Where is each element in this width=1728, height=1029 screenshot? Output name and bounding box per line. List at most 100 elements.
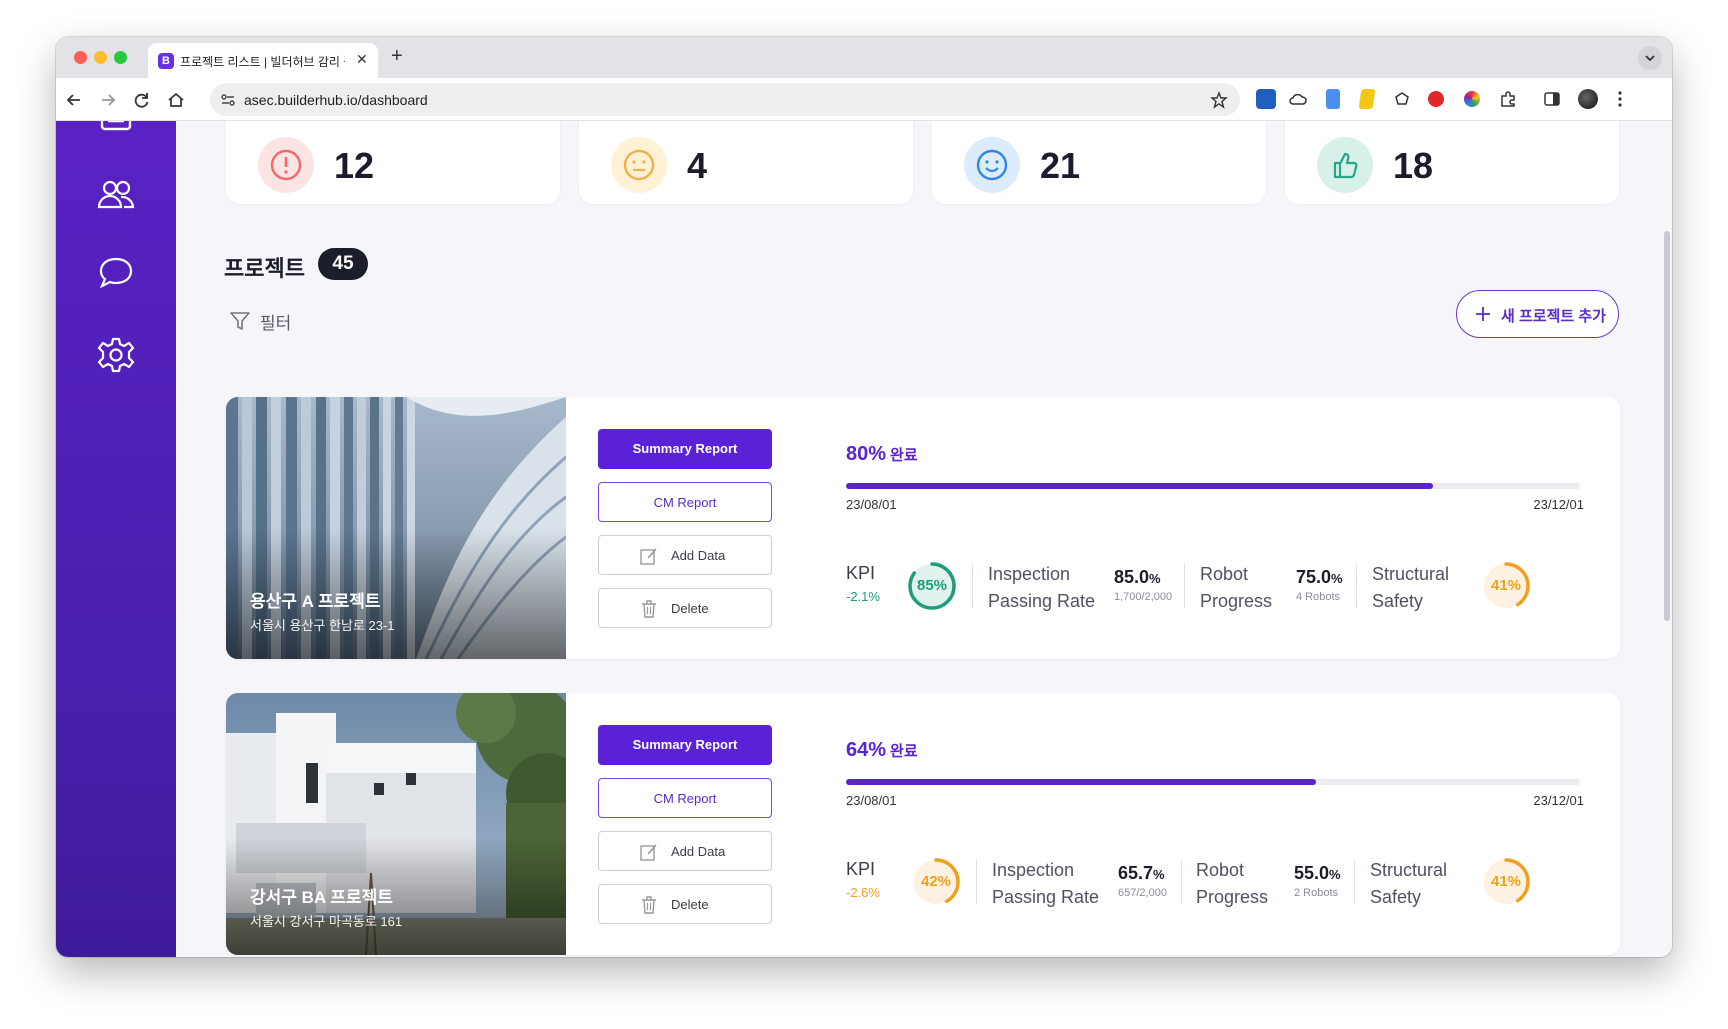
cm-report-button[interactable]: CM Report — [598, 482, 772, 522]
progress-bar — [846, 779, 1580, 785]
project-name: 용산구 A 프로젝트 — [250, 592, 381, 611]
profile-avatar[interactable] — [1578, 89, 1598, 109]
gear-icon[interactable] — [96, 335, 136, 375]
filter-icon — [230, 312, 250, 330]
sidebar — [56, 121, 176, 957]
puzzle-extensions-icon[interactable] — [1498, 89, 1518, 109]
filter-label: 필터 — [260, 314, 292, 333]
color-extension-icon[interactable] — [1464, 91, 1480, 107]
browser-tab[interactable]: B 프로젝트 리스트 | 빌더허브 감리 플 ✕ — [148, 43, 378, 78]
add-data-button[interactable]: Add Data — [598, 831, 772, 871]
stat-card-smile: 21 — [932, 121, 1266, 204]
stat-value: 12 — [334, 145, 375, 186]
robot-label: Robot Progress — [1196, 860, 1269, 907]
inspection-sub: 657/2,000 — [1118, 887, 1167, 899]
delete-button[interactable]: Delete — [598, 884, 772, 924]
end-date: 23/12/01 — [1533, 497, 1584, 512]
divider — [972, 564, 973, 608]
add-project-label: 새 프로젝트 추가 — [1501, 308, 1606, 325]
filter-button[interactable]: 필터 — [228, 305, 308, 335]
start-date: 23/08/01 — [846, 793, 897, 808]
new-tab-icon[interactable]: + — [391, 45, 403, 67]
browser-toolbar: asec.builderhub.io/dashboard — [56, 78, 1672, 121]
add-data-button[interactable]: Add Data — [598, 535, 772, 575]
structural-ring-value: 41% — [1490, 873, 1522, 890]
inspection-value: 65.7% — [1118, 863, 1165, 883]
progress-percent: 64% 완료 — [846, 739, 918, 761]
minimize-window-button[interactable] — [94, 51, 107, 64]
divider — [1184, 564, 1185, 608]
browser-menu-icon[interactable] — [1610, 89, 1630, 109]
kpi-ring: 85% — [906, 560, 958, 612]
neutral-face-icon — [611, 137, 667, 193]
bookmark-star-icon[interactable] — [1210, 91, 1228, 109]
extension-3-icon[interactable] — [1326, 89, 1340, 109]
delete-button[interactable]: Delete — [598, 588, 772, 628]
progress-suffix: 완료 — [890, 743, 918, 760]
trash-icon — [642, 600, 656, 618]
close-window-button[interactable] — [74, 51, 87, 64]
scrollbar-thumb[interactable] — [1664, 231, 1670, 621]
stat-card-neutral: 4 — [579, 121, 913, 204]
robot-sub: 2 Robots — [1294, 887, 1339, 899]
project-address: 서울시 강서구 마곡동로 161 — [250, 914, 403, 929]
project-name: 강서구 BA 프로젝트 — [250, 888, 393, 907]
chat-icon[interactable] — [96, 253, 136, 293]
delete-label: Delete — [671, 601, 709, 616]
end-date: 23/12/01 — [1533, 793, 1584, 808]
progress-bar-fill — [846, 483, 1434, 489]
project-card: 용산구 A 프로젝트 서울시 용산구 한남로 23-1 Summary Repo… — [226, 397, 1620, 659]
extension-5-icon[interactable] — [1392, 89, 1412, 109]
project-image[interactable]: 강서구 BA 프로젝트 서울시 강서구 마곡동로 161 — [226, 693, 566, 955]
smile-face-icon — [964, 137, 1020, 193]
divider — [1181, 860, 1182, 904]
robot-sub: 4 Robots — [1296, 591, 1341, 603]
add-data-label: Add Data — [671, 844, 726, 859]
structural-label: Structural Safety — [1372, 564, 1450, 611]
tab-title: 프로젝트 리스트 | 빌더허브 감리 플 — [180, 55, 345, 69]
plus-icon — [1476, 307, 1490, 321]
thumbs-up-icon — [1317, 137, 1373, 193]
kpi-ring: 42% — [910, 856, 962, 908]
address-bar[interactable]: asec.builderhub.io/dashboard — [210, 83, 1240, 116]
side-panel-icon[interactable] — [1542, 89, 1562, 109]
users-icon[interactable] — [96, 175, 136, 215]
extension-1-icon[interactable] — [1256, 89, 1276, 109]
kpi-delta: -2.1% — [846, 589, 880, 604]
maximize-window-button[interactable] — [114, 51, 127, 64]
reload-icon[interactable] — [132, 90, 152, 110]
inspection-value: 85.0% — [1114, 567, 1161, 587]
close-tab-icon[interactable]: ✕ — [356, 51, 368, 68]
progress-suffix: 완료 — [890, 447, 918, 464]
cloud-extension-icon[interactable] — [1288, 89, 1308, 109]
project-count-badge: 45 — [318, 248, 368, 280]
extension-4-icon[interactable] — [1358, 89, 1376, 109]
extension-6-icon[interactable] — [1428, 91, 1444, 107]
summary-report-button[interactable]: Summary Report — [598, 725, 772, 765]
home-icon[interactable] — [166, 90, 186, 110]
project-image[interactable]: 용산구 A 프로젝트 서울시 용산구 한남로 23-1 — [226, 397, 566, 659]
structural-ring: 41% — [1480, 560, 1532, 612]
robot-value: 75.0% — [1296, 567, 1343, 587]
forward-arrow-icon[interactable] — [98, 90, 118, 110]
browser-window: B 프로젝트 리스트 | 빌더허브 감리 플 ✕ + asec.builderh… — [56, 37, 1672, 957]
add-project-button[interactable]: 새 프로젝트 추가 — [1456, 290, 1619, 338]
cm-report-button[interactable]: CM Report — [598, 778, 772, 818]
tab-search-button[interactable] — [1638, 46, 1662, 70]
divider — [1354, 860, 1355, 904]
scrollbar[interactable] — [1662, 121, 1672, 957]
kpi-ring-value: 42% — [920, 873, 952, 890]
site-settings-icon[interactable] — [220, 92, 236, 108]
edit-icon — [640, 548, 657, 565]
stat-card-alert: 12 — [226, 121, 560, 204]
structural-ring: 41% — [1480, 856, 1532, 908]
robot-label: Robot Progress — [1200, 564, 1273, 611]
document-icon[interactable] — [96, 121, 136, 145]
kpi-ring-value: 85% — [916, 577, 948, 594]
edit-icon — [640, 844, 657, 861]
delete-label: Delete — [671, 897, 709, 912]
back-arrow-icon[interactable] — [64, 90, 84, 110]
summary-report-button[interactable]: Summary Report — [598, 429, 772, 469]
divider — [1356, 564, 1357, 608]
inspection-label: Inspection Passing Rate — [992, 860, 1100, 907]
